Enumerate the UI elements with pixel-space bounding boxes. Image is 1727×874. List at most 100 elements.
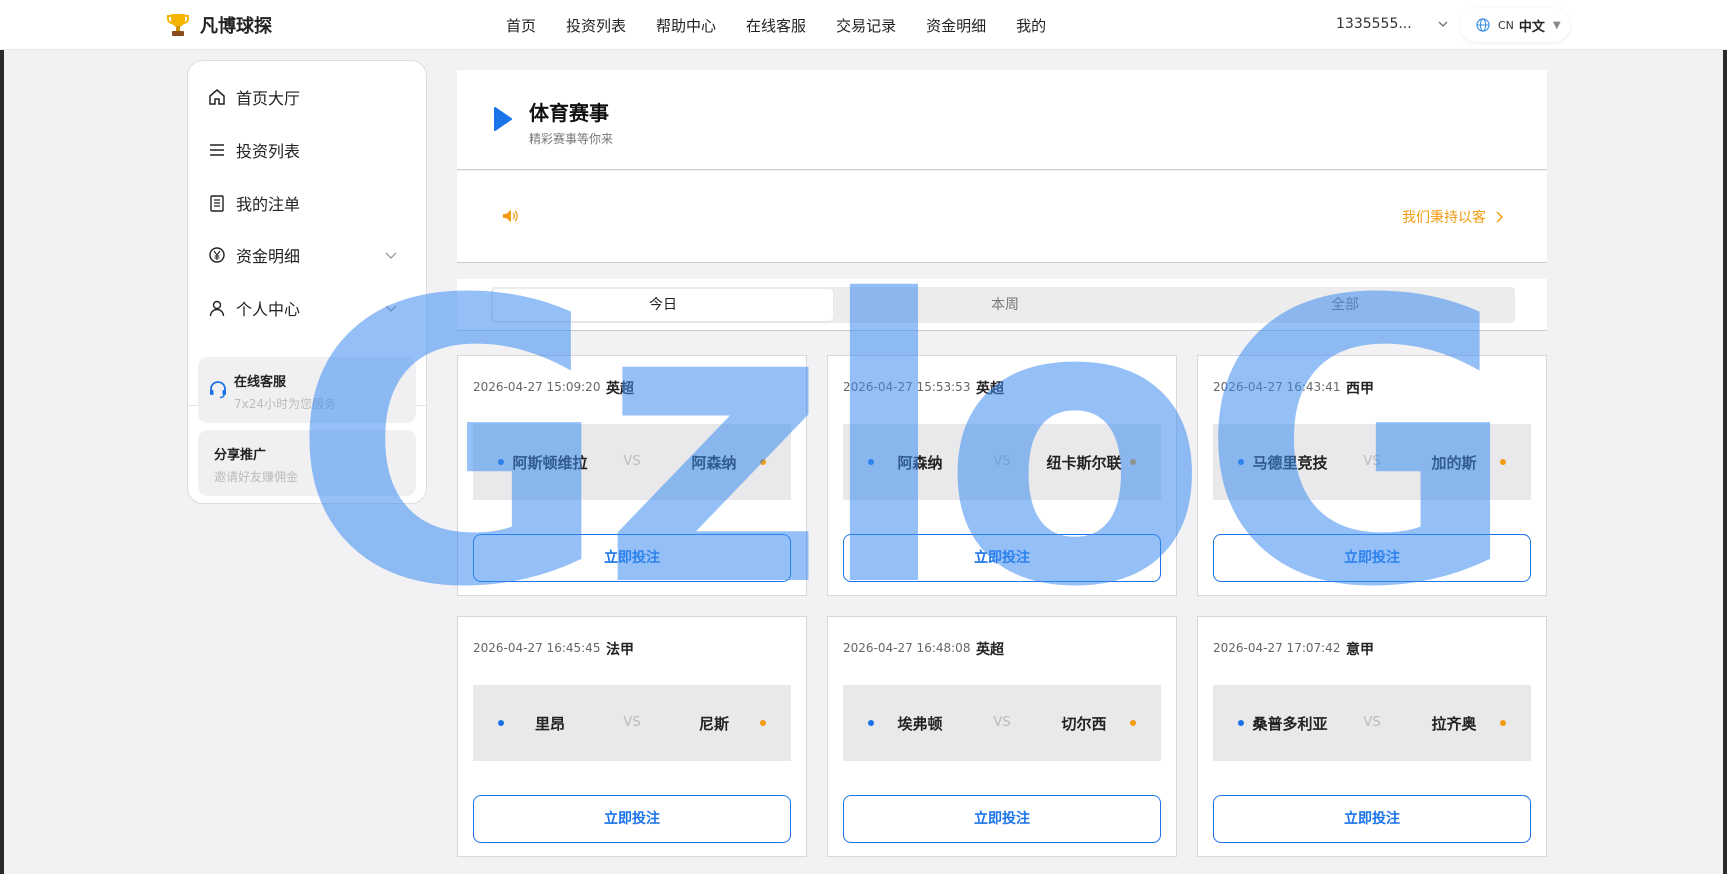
match-league: 西甲 (1346, 381, 1374, 397)
period-tabs-container: 今日 本周 全部 (457, 279, 1547, 331)
away-team: 尼斯 (698, 715, 729, 733)
nav-online-service[interactable]: 在线客服 (746, 15, 806, 36)
away-dot (1500, 720, 1506, 726)
notice-bar: 我们秉持以客 (457, 171, 1547, 263)
match-card: 2026-04-27 16:45:45 法甲 里昂 VS 尼斯 立即投注 (457, 616, 807, 857)
list-icon (210, 144, 224, 156)
match-card: 2026-04-27 16:48:08 英超 埃弗顿 VS 切尔西 立即投注 (827, 616, 1177, 857)
online-service-card[interactable]: 在线客服 7x24小时为您服务 (198, 357, 416, 423)
nav-mine[interactable]: 我的 (1016, 15, 1046, 36)
page-title: 体育赛事 (529, 101, 609, 125)
trophy-icon (167, 14, 189, 36)
notice-link[interactable]: 我们秉持以客 (1402, 207, 1504, 227)
language-name: 中文 (1518, 19, 1545, 35)
match-teams: 埃弗顿 VS 切尔西 (843, 685, 1161, 761)
match-card: 2026-04-27 17:07:42 意甲 桑普多利亚 VS 拉齐奥 立即投注 (1197, 616, 1547, 857)
away-team: 加的斯 (1431, 454, 1477, 472)
chevron-down-icon (385, 252, 397, 259)
match-time: 2026-04-27 17:07:42 (1213, 641, 1341, 655)
share-title: 分享推广 (214, 448, 267, 463)
language-switcher[interactable]: CN 中文 ▼ (1460, 8, 1570, 42)
sidebar: 首页大厅 投资列表 我的注单 资金明细 个人中心 在线客服 7x24小时为您服务… (187, 60, 427, 504)
match-league: 英超 (606, 381, 634, 397)
account-label: 1335555... (1336, 16, 1412, 32)
caret-down-icon: ▼ (1552, 19, 1561, 31)
match-league: 英超 (976, 642, 1004, 658)
match-time: 2026-04-27 15:09:20 (473, 380, 601, 394)
away-dot (1500, 459, 1506, 465)
main-nav: 首页 投资列表 帮助中心 在线客服 交易记录 资金明细 我的 (506, 0, 1076, 50)
play-icon (494, 107, 512, 131)
tab-today[interactable]: 今日 (493, 289, 833, 321)
sidebar-item-invest-list[interactable]: 投资列表 (208, 135, 408, 165)
match-time: 2026-04-27 16:43:41 (1213, 380, 1341, 394)
brand-logo[interactable]: 凡博球探 (166, 12, 272, 38)
match-teams: 马德里竞技 VS 加的斯 (1213, 424, 1531, 500)
share-subtitle: 邀请好友赚佣金 (214, 470, 299, 484)
nav-transactions[interactable]: 交易记录 (836, 15, 896, 36)
away-dot (760, 459, 766, 465)
match-card: 2026-04-27 16:43:41 西甲 马德里竞技 VS 加的斯 立即投注 (1197, 355, 1547, 596)
user-icon (209, 300, 225, 317)
globe-icon (1476, 18, 1490, 32)
period-tabs: 今日 本周 全部 (491, 287, 1515, 323)
online-service-title: 在线客服 (234, 375, 287, 390)
window-edge-right (1723, 0, 1727, 874)
sidebar-item-home[interactable]: 首页大厅 (208, 82, 408, 112)
sidebar-item-my-bets[interactable]: 我的注单 (208, 188, 408, 218)
tab-all[interactable]: 全部 (1175, 287, 1515, 323)
share-promotion-card[interactable]: 分享推广 邀请好友赚佣金 (198, 430, 416, 496)
bet-now-button[interactable]: 立即投注 (473, 795, 791, 843)
away-team: 拉齐奥 (1431, 715, 1477, 733)
sidebar-item-label: 我的注单 (236, 195, 301, 214)
bet-now-button[interactable]: 立即投注 (1213, 534, 1531, 582)
bet-now-button[interactable]: 立即投注 (843, 795, 1161, 843)
sidebar-item-profile[interactable]: 个人中心 (208, 293, 408, 323)
away-dot (760, 720, 766, 726)
match-teams: 里昂 VS 尼斯 (473, 685, 791, 761)
account-dropdown[interactable]: 1335555... (1336, 16, 1449, 32)
section-header: 体育赛事 精彩赛事等你来 (457, 70, 1547, 170)
match-time: 2026-04-27 15:53:53 (843, 380, 971, 394)
chevron-down-icon (385, 305, 397, 312)
bet-now-button[interactable]: 立即投注 (473, 534, 791, 582)
top-navbar: 凡博球探 首页 投资列表 帮助中心 在线客服 交易记录 资金明细 我的 1335… (0, 0, 1727, 50)
nav-home[interactable]: 首页 (506, 15, 536, 36)
yuan-icon (209, 247, 225, 263)
sidebar-item-label: 投资列表 (236, 142, 301, 161)
notice-text: 我们秉持以客 (1402, 210, 1486, 226)
away-team: 切尔西 (1061, 715, 1107, 733)
tab-this-week[interactable]: 本周 (835, 287, 1175, 323)
language-code: CN (1498, 18, 1514, 32)
match-teams: 阿斯顿维拉 VS 阿森纳 (473, 424, 791, 500)
bet-now-button[interactable]: 立即投注 (1213, 795, 1531, 843)
match-league: 意甲 (1346, 642, 1374, 658)
match-league: 英超 (976, 381, 1004, 397)
headset-icon (210, 381, 226, 399)
match-teams: 桑普多利亚 VS 拉齐奥 (1213, 685, 1531, 761)
match-time: 2026-04-27 16:48:08 (843, 641, 971, 655)
sidebar-item-label: 首页大厅 (236, 89, 301, 108)
window-edge-left (0, 0, 4, 874)
bet-now-button[interactable]: 立即投注 (843, 534, 1161, 582)
speaker-icon (503, 210, 518, 222)
nav-invest-list[interactable]: 投资列表 (566, 15, 626, 36)
nav-funds[interactable]: 资金明细 (926, 15, 986, 36)
nav-help-center[interactable]: 帮助中心 (656, 15, 716, 36)
sidebar-item-label: 个人中心 (236, 300, 301, 319)
away-dot (1130, 459, 1136, 465)
away-dot (1130, 720, 1136, 726)
sidebar-item-label: 资金明细 (236, 247, 301, 266)
sidebar-item-funds[interactable]: 资金明细 (208, 240, 408, 270)
document-icon (210, 195, 224, 212)
match-card: 2026-04-27 15:09:20 英超 阿斯顿维拉 VS 阿森纳 立即投注 (457, 355, 807, 596)
away-team: 纽卡斯尔联 (1046, 454, 1122, 472)
match-time: 2026-04-27 16:45:45 (473, 641, 601, 655)
brand-name: 凡博球探 (200, 16, 272, 37)
online-service-subtitle: 7x24小时为您服务 (234, 397, 337, 411)
chevron-down-icon (1438, 21, 1448, 27)
match-teams: 阿森纳 VS 纽卡斯尔联 (843, 424, 1161, 500)
match-league: 法甲 (606, 642, 634, 658)
chevron-right-icon (1496, 211, 1504, 223)
match-card: 2026-04-27 15:53:53 英超 阿森纳 VS 纽卡斯尔联 立即投注 (827, 355, 1177, 596)
